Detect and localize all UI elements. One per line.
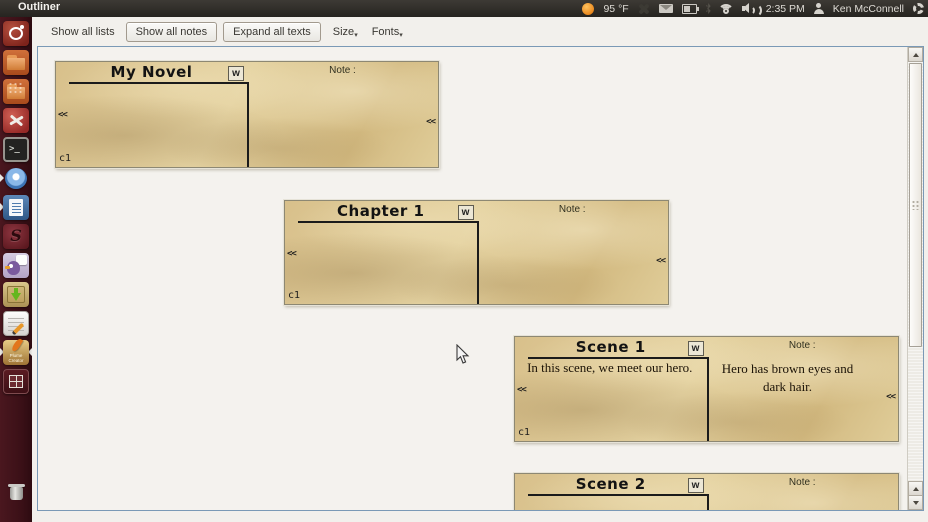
show-all-notes-button[interactable]: Show all notes [125,21,218,42]
app-title: Outliner [18,1,61,13]
wifi-icon[interactable] [718,4,735,14]
size-menu[interactable]: Size▾ [331,23,360,41]
top-panel: Outliner 95 °F 2:35 PM Ken McConnell [0,0,928,17]
card-text[interactable]: In this scene, we meet our hero. [519,360,701,376]
card-divider [247,82,249,167]
card-divider [476,221,479,304]
pidgin-icon[interactable] [3,253,29,278]
archive-icon[interactable] [3,79,29,104]
title-underline [528,357,707,359]
workspace-switcher-icon[interactable] [3,369,29,394]
weather-sun-icon[interactable] [582,2,595,15]
note-label: Note : [558,204,586,215]
card-scene-2[interactable]: Scene 2 w Note : << << c1 [514,473,899,510]
collapse-left-icon[interactable]: << [287,249,297,259]
trash-icon[interactable] [3,479,29,504]
wrap-button[interactable]: w [687,478,704,493]
session-gear-icon[interactable] [913,3,924,14]
outliner-window: Show all lists Show all notes Expand all… [32,17,928,522]
note-label: Note : [329,65,356,76]
card-title[interactable]: Scene 2 [515,475,707,493]
wrap-button[interactable]: w [457,205,474,220]
text-editor-icon[interactable] [3,311,29,336]
scrivener-icon[interactable]: S [3,224,29,249]
unity-launcher: >_ S Plume Creator [0,17,32,522]
card-scene-1[interactable]: Scene 1 w Note : In this scene, we meet … [514,336,899,442]
title-underline [69,82,247,84]
grip-dots-icon [911,200,920,210]
note-text[interactable]: Hero has brown eyes and dark hair. [713,360,863,395]
weather-temp[interactable]: 95 °F [603,3,628,15]
card-tag: c1 [59,153,72,164]
wrap-button[interactable]: w [228,66,244,81]
fonts-menu[interactable]: Fonts▾ [370,23,405,41]
card-tag: c1 [288,290,301,301]
title-underline [298,221,477,223]
arrow-up-icon [912,53,919,57]
mouse-cursor-icon [456,344,470,364]
bluetooth-icon[interactable] [705,3,711,14]
card-divider [706,357,709,441]
scroll-down-button[interactable] [908,495,923,510]
system-settings-icon[interactable] [3,108,29,133]
chevron-down-icon: ▾ [354,31,358,39]
toolbar: Show all lists Show all notes Expand all… [32,17,928,46]
user-icon[interactable] [813,3,824,14]
scroll-up-button[interactable] [908,47,923,62]
expand-all-texts-button[interactable]: Expand all texts [223,21,321,42]
writer-icon[interactable] [3,195,29,220]
wrap-button[interactable]: w [687,341,704,356]
chromium-icon[interactable] [3,166,29,191]
collapse-right-icon[interactable]: << [886,392,896,402]
system-tray: 95 °F 2:35 PM Ken McConnell [582,0,924,17]
clock[interactable]: 2:35 PM [766,3,805,15]
card-tag: c1 [518,427,531,438]
volume-icon[interactable] [741,3,762,17]
card-title[interactable]: My Novel [56,63,247,81]
plume-creator-icon[interactable]: Plume Creator [3,337,29,365]
show-all-lists-button[interactable]: Show all lists [46,23,120,41]
app-indicator-icon[interactable] [638,3,650,15]
collapse-left-icon[interactable]: << [58,110,68,120]
package-downloader-icon[interactable] [3,282,29,307]
card-title[interactable]: Scene 1 [515,338,707,356]
note-label: Note : [788,477,816,488]
dash-home-icon[interactable] [3,21,29,46]
scroll-up-button-bottom[interactable] [908,481,923,496]
files-icon[interactable] [3,50,29,75]
vertical-scrollbar[interactable] [907,47,923,510]
desktop: Outliner 95 °F 2:35 PM Ken McConnell >_ … [0,0,928,522]
user-name[interactable]: Ken McConnell [833,3,904,15]
mail-icon[interactable] [658,4,673,13]
collapse-right-icon[interactable]: << [656,256,666,266]
arrow-up-icon [912,487,919,491]
scrollbar-thumb[interactable] [909,63,922,347]
card-title[interactable]: Chapter 1 [285,202,477,220]
chevron-down-icon: ▾ [399,31,403,39]
terminal-icon[interactable]: >_ [3,137,29,162]
card-chapter-1[interactable]: Chapter 1 w Note : << << c1 [284,200,669,305]
card-divider [706,494,709,510]
battery-icon[interactable] [681,3,699,14]
collapse-left-icon[interactable]: << [517,385,527,395]
note-label: Note : [788,340,816,351]
card-my-novel[interactable]: My Novel w Note : << << c1 [55,61,439,168]
outline-canvas[interactable]: My Novel w Note : << << c1 Chapter 1 w N… [37,46,924,511]
arrow-down-icon [912,501,919,505]
title-underline [528,494,707,496]
collapse-right-icon[interactable]: << [426,117,436,127]
